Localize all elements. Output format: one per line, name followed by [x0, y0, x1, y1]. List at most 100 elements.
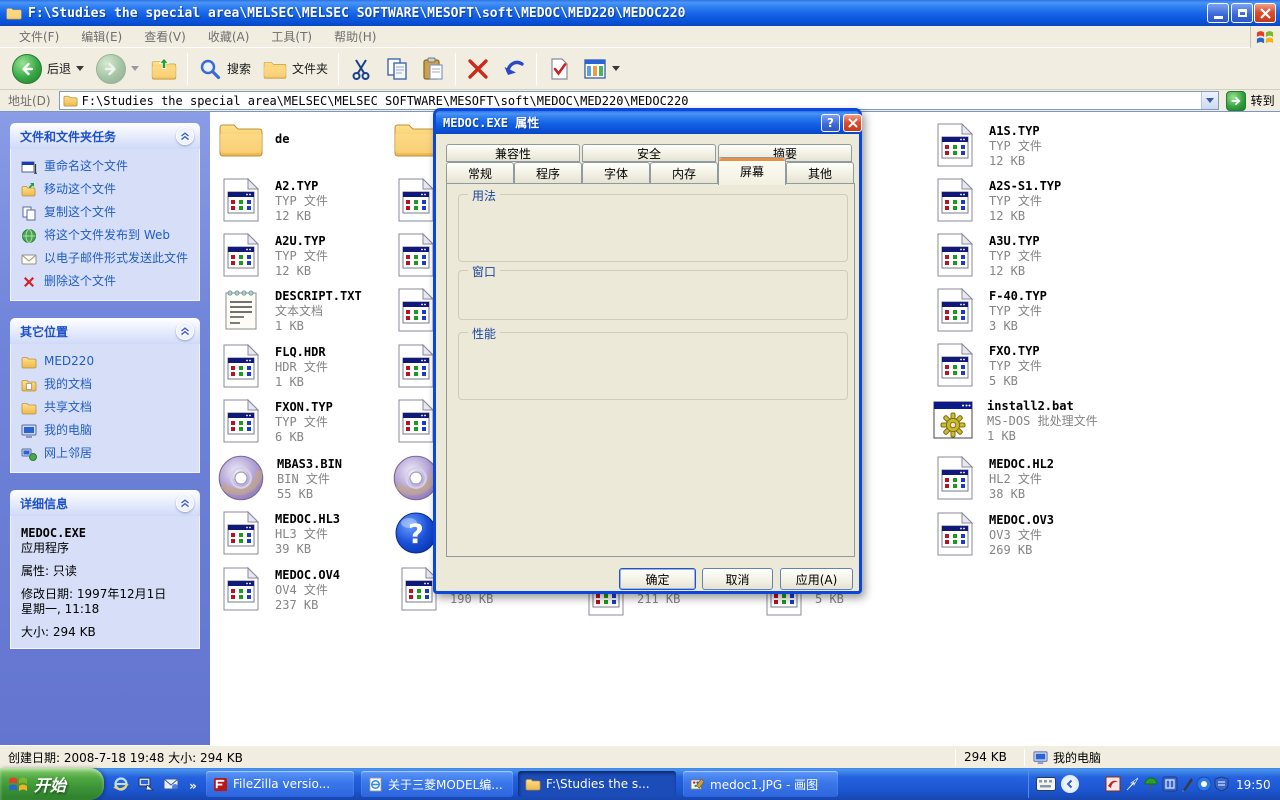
- apply-button[interactable]: 应用(A): [780, 568, 853, 590]
- task-delete[interactable]: 删除这个文件: [21, 274, 193, 290]
- minimize-button[interactable]: [1207, 3, 1229, 23]
- taskbar-item-ie-page[interactable]: 关于三菱MODEL编...: [361, 771, 513, 797]
- folders-button[interactable]: 文件夹: [257, 50, 334, 88]
- paste-button[interactable]: [415, 50, 451, 88]
- other-places-header[interactable]: 其它位置: [10, 318, 200, 344]
- menu-favorites[interactable]: 收藏(A): [197, 28, 261, 45]
- file-item[interactable]: FLQ.HDR HDR 文件 1 KB: [218, 343, 328, 390]
- file-item[interactable]: FXO.TYP TYP 文件 5 KB: [932, 342, 1042, 389]
- delete-button[interactable]: [460, 50, 496, 88]
- task-copy[interactable]: 复制这个文件: [21, 205, 193, 221]
- undo-button[interactable]: [496, 50, 532, 88]
- file-item[interactable]: A3U.TYP TYP 文件 12 KB: [932, 232, 1042, 279]
- close-button[interactable]: [1254, 3, 1276, 23]
- menu-tools[interactable]: 工具(T): [260, 28, 323, 45]
- tab-label: 其他: [808, 165, 832, 182]
- file-item[interactable]: MEDOC.HL3 HL3 文件 39 KB: [218, 510, 340, 557]
- show-desktop-icon[interactable]: [137, 775, 155, 793]
- tab-general[interactable]: 常规: [446, 162, 514, 184]
- file-tasks-header[interactable]: 文件和文件夹任务: [10, 123, 200, 149]
- up-button[interactable]: [145, 50, 183, 88]
- cancel-button[interactable]: 取消: [702, 568, 773, 590]
- file-item[interactable]: MEDOC.OV3 OV3 文件 269 KB: [932, 511, 1054, 558]
- typ-file-icon: [932, 232, 978, 278]
- file-item[interactable]: A2S-S1.TYP TYP 文件 12 KB: [932, 177, 1061, 224]
- toolbar-separator: [338, 53, 339, 85]
- tab-screen[interactable]: 屏幕: [718, 157, 786, 185]
- dialog-help-button[interactable]: ?: [821, 114, 840, 132]
- menu-edit[interactable]: 编辑(E): [70, 28, 133, 45]
- file-item[interactable]: install2.bat MS-DOS 批处理文件 1 KB: [930, 397, 1098, 444]
- go-label[interactable]: 转到: [1251, 92, 1275, 109]
- forward-dropdown-icon[interactable]: [131, 66, 139, 71]
- sync-check-button[interactable]: [541, 50, 577, 88]
- ok-button[interactable]: 确定: [619, 568, 696, 590]
- collapse-chevron-icon[interactable]: [176, 494, 194, 512]
- address-dropdown-button[interactable]: [1201, 92, 1218, 109]
- back-dropdown-icon[interactable]: [76, 66, 84, 71]
- back-button[interactable]: 后退: [6, 50, 90, 88]
- go-button[interactable]: [1226, 91, 1246, 111]
- dialog-close-button[interactable]: [843, 114, 862, 132]
- file-item[interactable]: FXON.TYP TYP 文件 6 KB: [218, 398, 333, 445]
- details-body: MEDOC.EXE 应用程序 属性: 只读 修改日期: 1997年12月1日 星…: [10, 516, 200, 649]
- file-item[interactable]: A2.TYP TYP 文件 12 KB: [218, 177, 328, 224]
- collapse-chevron-icon[interactable]: [176, 127, 194, 145]
- task-email[interactable]: 以电子邮件形式发送此文件: [21, 251, 193, 267]
- taskbar-item-filezilla[interactable]: FileZilla versio...: [206, 771, 354, 797]
- task-label: 以电子邮件形式发送此文件: [44, 251, 188, 265]
- tab-security[interactable]: 安全: [582, 144, 716, 162]
- place-my-computer[interactable]: 我的电脑: [21, 423, 193, 439]
- copy-button[interactable]: [379, 50, 415, 88]
- views-button[interactable]: [577, 50, 626, 88]
- task-publish[interactable]: 将这个文件发布到 Web: [21, 228, 193, 244]
- place-network[interactable]: 网上邻居: [21, 446, 193, 462]
- file-item[interactable]: DESCRIPT.TXT 文本文档 1 KB: [218, 287, 362, 334]
- place-shared-documents[interactable]: 共享文档: [21, 400, 193, 416]
- tray-umbrella-icon[interactable]: [1143, 776, 1159, 792]
- place-med220[interactable]: MED220: [21, 354, 193, 370]
- taskbar-item-paint[interactable]: medoc1.JPG - 画图: [683, 771, 838, 797]
- menu-help[interactable]: 帮助(H): [323, 28, 387, 45]
- place-my-documents[interactable]: 我的文档: [21, 377, 193, 393]
- details-header[interactable]: 详细信息: [10, 490, 200, 516]
- menu-file[interactable]: 文件(F): [8, 28, 70, 45]
- language-keyboard-icon[interactable]: [1036, 777, 1056, 791]
- cut-button[interactable]: [343, 50, 379, 88]
- tab-compatibility[interactable]: 兼容性: [446, 144, 580, 162]
- taskbar-clock[interactable]: 19:50: [1236, 778, 1271, 792]
- file-item[interactable]: de: [218, 115, 289, 161]
- outlook-express-icon[interactable]: [162, 775, 180, 793]
- tray-messenger-icon[interactable]: [1196, 776, 1212, 792]
- file-item[interactable]: MEDOC.OV4 OV4 文件 237 KB: [218, 566, 340, 613]
- task-rename[interactable]: 重命名这个文件: [21, 159, 193, 175]
- tray-pen-icon[interactable]: [1180, 776, 1194, 792]
- taskbar-item-explorer[interactable]: F:\Studies the s...: [518, 771, 676, 797]
- file-size: 5 KB: [989, 374, 1042, 389]
- menu-view[interactable]: 查看(V): [133, 28, 197, 45]
- file-item[interactable]: MEDOC.HL2 HL2 文件 38 KB: [932, 455, 1054, 502]
- restore-button[interactable]: [1231, 3, 1253, 23]
- tray-input-method-icon[interactable]: [1162, 776, 1178, 792]
- file-item[interactable]: F-40.TYP TYP 文件 3 KB: [932, 287, 1047, 334]
- search-button[interactable]: 搜索: [192, 50, 257, 88]
- tab-memory[interactable]: 内存: [650, 162, 718, 184]
- collapse-chevron-icon[interactable]: [176, 322, 194, 340]
- forward-button[interactable]: [90, 50, 145, 88]
- tab-font[interactable]: 字体: [582, 162, 650, 184]
- tray-collapse-chevron[interactable]: [1061, 775, 1079, 793]
- details-file-type: 应用程序: [21, 541, 193, 556]
- file-item[interactable]: A1S.TYP TYP 文件 12 KB: [932, 122, 1042, 169]
- file-item[interactable]: MBAS3.BIN BIN 文件 55 KB: [216, 453, 342, 503]
- start-button[interactable]: 开始: [0, 768, 104, 800]
- ie-quicklaunch-icon[interactable]: [112, 775, 130, 793]
- tray-antivirus-icon[interactable]: [1105, 776, 1121, 792]
- file-item[interactable]: A2U.TYP TYP 文件 12 KB: [218, 232, 328, 279]
- tray-shield-icon[interactable]: [1214, 776, 1229, 792]
- task-move[interactable]: 移动这个文件: [21, 182, 193, 198]
- tab-program[interactable]: 程序: [514, 162, 582, 184]
- tray-arrow-icon[interactable]: [1125, 776, 1141, 792]
- views-dropdown-icon[interactable]: [612, 66, 620, 71]
- tab-misc[interactable]: 其他: [786, 162, 854, 184]
- quicklaunch-overflow-chevron[interactable]: »: [184, 777, 202, 795]
